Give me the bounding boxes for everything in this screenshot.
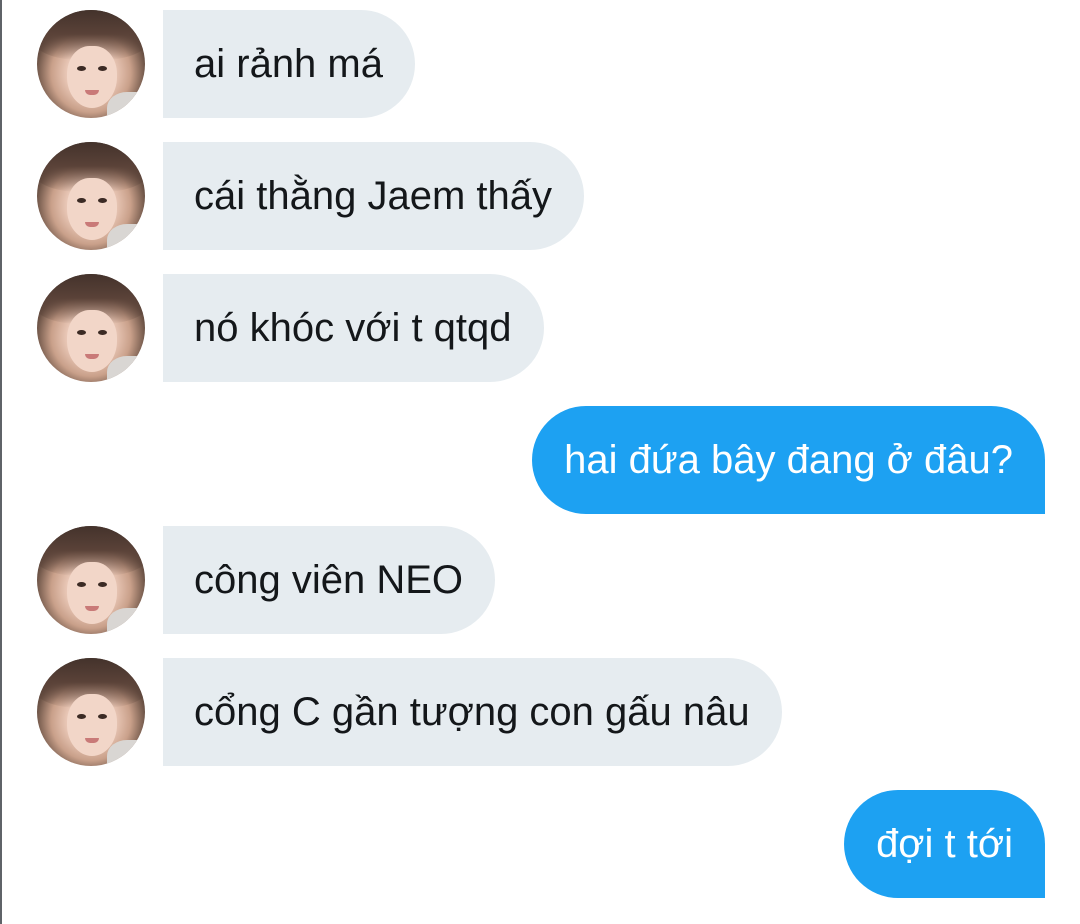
avatar[interactable] (37, 142, 145, 250)
message-row: ai rảnh má (0, 10, 1080, 118)
message-row: nó khóc với t qtqd (0, 274, 1080, 382)
message-bubble-incoming[interactable]: cái thằng Jaem thấy (163, 142, 584, 250)
avatar[interactable] (37, 274, 145, 382)
avatar[interactable] (37, 658, 145, 766)
message-bubble-outgoing[interactable]: đợi t tới (844, 790, 1045, 898)
avatar[interactable] (37, 526, 145, 634)
message-bubble-incoming[interactable]: nó khóc với t qtqd (163, 274, 544, 382)
message-row: đợi t tới (0, 790, 1080, 898)
message-row: cái thằng Jaem thấy (0, 142, 1080, 250)
message-bubble-incoming[interactable]: cổng C gần tượng con gấu nâu (163, 658, 782, 766)
message-bubble-outgoing[interactable]: hai đứa bây đang ở đâu? (532, 406, 1045, 514)
message-row: hai đứa bây đang ở đâu? (0, 406, 1080, 514)
message-row: cổng C gần tượng con gấu nâu (0, 658, 1080, 766)
message-bubble-incoming[interactable]: công viên NEO (163, 526, 496, 634)
avatar[interactable] (37, 10, 145, 118)
message-bubble-incoming[interactable]: ai rảnh má (163, 10, 415, 118)
message-row: công viên NEO (0, 526, 1080, 634)
